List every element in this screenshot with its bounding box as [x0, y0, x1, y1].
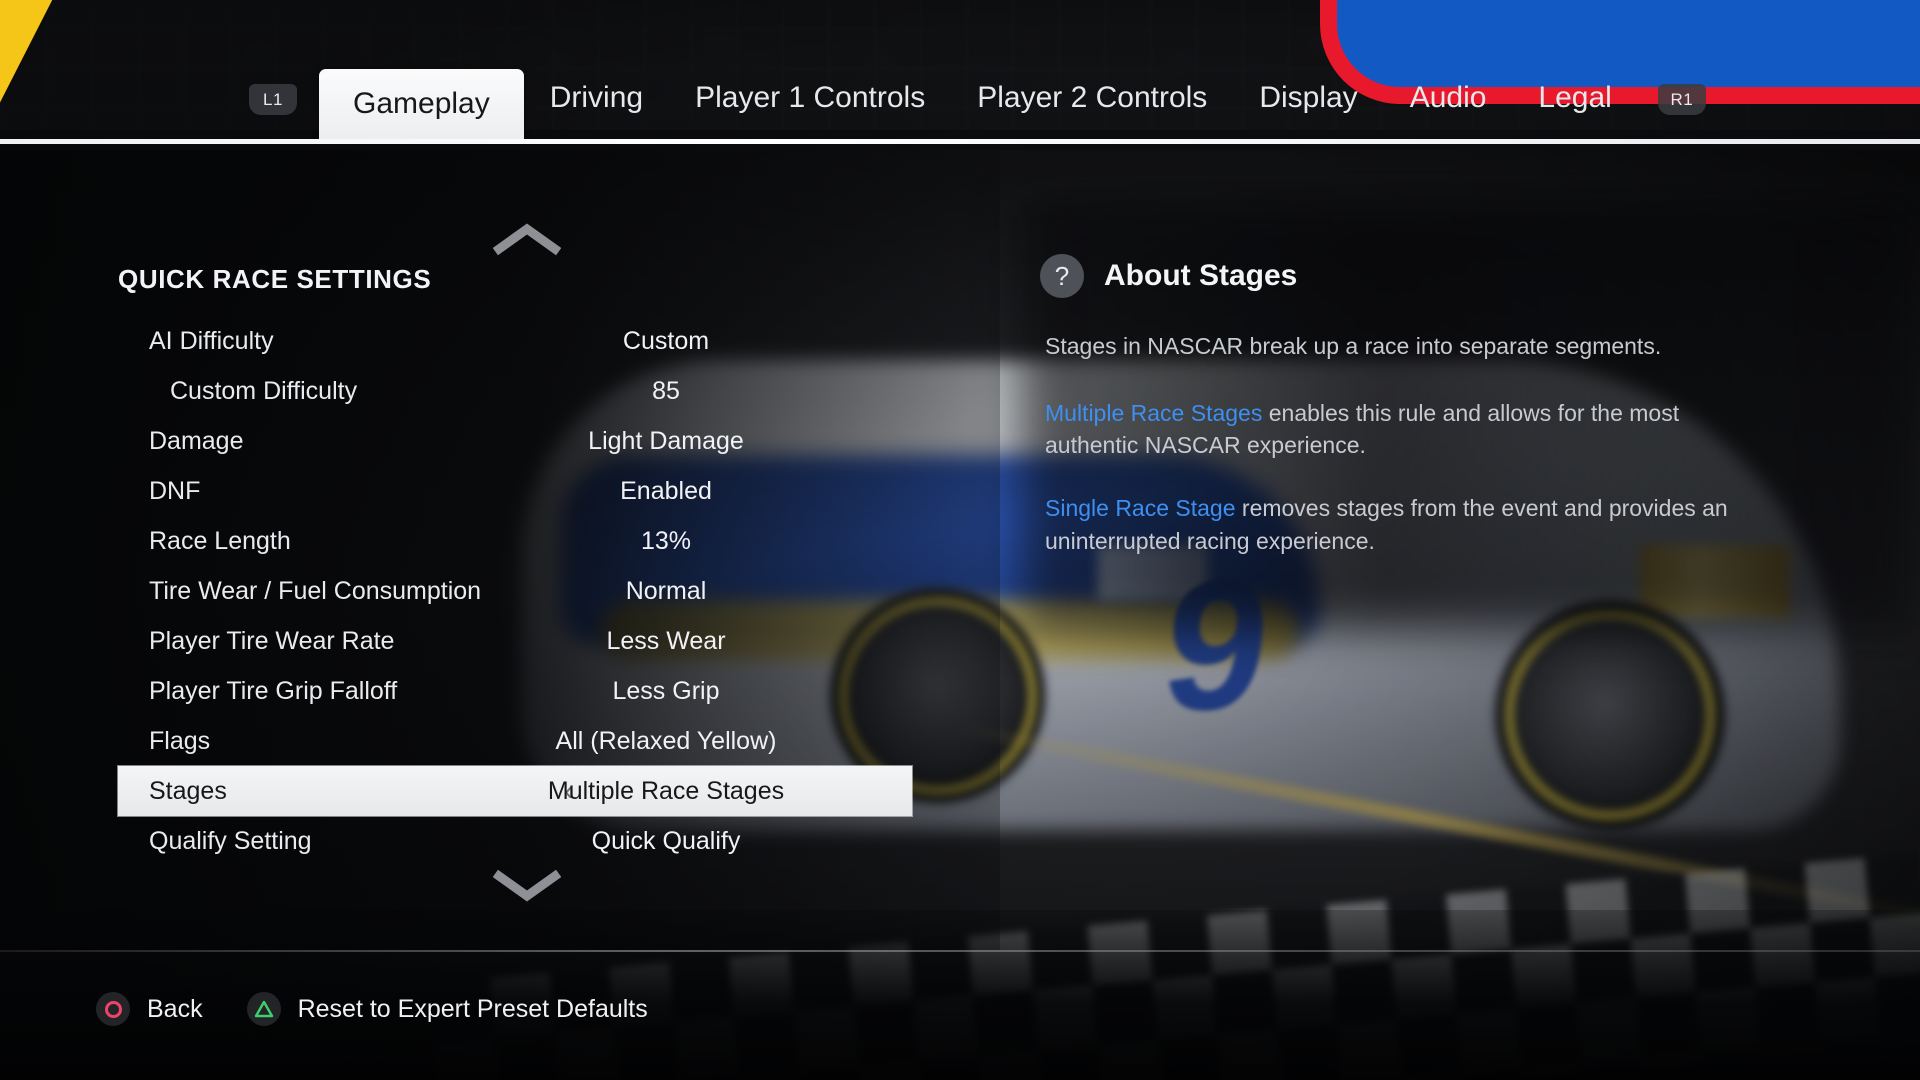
reset-to-defaults-button[interactable]: Reset to Expert Preset Defaults: [246, 992, 648, 1026]
back-button[interactable]: Back: [96, 992, 203, 1026]
setting-label: Damage: [149, 426, 244, 455]
setting-value: Enabled: [620, 476, 712, 505]
triangle-button-icon: [246, 992, 281, 1026]
about-paragraph-3: Single Race Stage removes stages from th…: [1045, 492, 1745, 557]
settings-list: AI Difficulty Custom Custom Difficulty 8…: [118, 316, 912, 866]
setting-value: 85: [652, 376, 680, 405]
chevron-down-icon[interactable]: [493, 869, 561, 903]
tab-display[interactable]: Display: [1233, 69, 1383, 127]
about-paragraph-2: Multiple Race Stages enables this rule a…: [1045, 397, 1745, 462]
setting-label: DNF: [149, 476, 201, 505]
setting-label: Tire Wear / Fuel Consumption: [149, 576, 482, 605]
setting-row-ai-difficulty[interactable]: AI Difficulty Custom: [118, 316, 912, 366]
about-panel: ? About Stages Stages in NASCAR break up…: [1040, 254, 1780, 587]
tab-list: L1 Gameplay Driving Player 1 Controls Pl…: [0, 0, 1920, 139]
back-button-label: Back: [147, 994, 203, 1023]
tab-gameplay[interactable]: Gameplay: [319, 69, 524, 139]
section-title: QUICK RACE SETTINGS: [118, 264, 432, 294]
about-accent-multiple-race-stages: Multiple Race Stages: [1045, 399, 1263, 426]
setting-label: Player Tire Grip Falloff: [149, 676, 398, 705]
setting-row-player-tire-grip-falloff[interactable]: Player Tire Grip Falloff Less Grip: [118, 666, 912, 716]
about-header: ? About Stages: [1040, 254, 1780, 298]
setting-row-qualify-setting[interactable]: Qualify Setting Quick Qualify: [118, 816, 912, 866]
footer-divider: [0, 950, 1920, 952]
circle-button-icon: [96, 992, 130, 1026]
setting-label: Custom Difficulty: [170, 376, 358, 405]
right-bumper-hint: R1: [1657, 84, 1706, 115]
setting-row-custom-difficulty[interactable]: Custom Difficulty 85: [118, 366, 912, 416]
setting-value: All (Relaxed Yellow): [555, 726, 777, 755]
setting-row-race-length[interactable]: Race Length 13%: [118, 516, 912, 566]
tab-bar: L1 Gameplay Driving Player 1 Controls Pl…: [0, 0, 1920, 144]
setting-value: 13%: [640, 526, 692, 555]
tab-legal[interactable]: Legal: [1512, 69, 1637, 127]
setting-label: AI Difficulty: [149, 326, 274, 355]
about-accent-single-race-stage: Single Race Stage: [1045, 494, 1236, 521]
tab-bar-underline: [0, 139, 1920, 144]
setting-value: Less Wear: [606, 626, 726, 655]
setting-label: Player Tire Wear Rate: [149, 626, 395, 655]
setting-label: Race Length: [149, 526, 291, 555]
setting-label: Stages: [149, 776, 227, 805]
setting-value: Normal: [625, 576, 707, 605]
settings-content: QUICK RACE SETTINGS AI Difficulty Custom…: [0, 144, 1920, 950]
setting-row-damage[interactable]: Damage Light Damage: [118, 416, 912, 466]
setting-row-player-tire-wear-rate[interactable]: Player Tire Wear Rate Less Wear: [118, 616, 912, 666]
question-mark-icon: ?: [1040, 254, 1084, 298]
tab-driving[interactable]: Driving: [524, 69, 669, 127]
setting-row-stages[interactable]: Stages ‹ Multiple Race Stages: [118, 766, 912, 816]
setting-row-flags[interactable]: Flags All (Relaxed Yellow): [118, 716, 912, 766]
setting-value: Custom: [622, 326, 710, 355]
setting-value: Multiple Race Stages: [547, 776, 785, 805]
setting-value: Less Grip: [612, 676, 720, 705]
setting-label: Flags: [149, 726, 211, 755]
left-bumper-hint: L1: [249, 84, 297, 115]
tab-player-1-controls[interactable]: Player 1 Controls: [669, 69, 951, 127]
footer-actions: Back Reset to Expert Preset Defaults: [96, 992, 648, 1026]
tab-audio[interactable]: Audio: [1384, 69, 1513, 127]
tab-player-2-controls[interactable]: Player 2 Controls: [951, 69, 1233, 127]
setting-label: Qualify Setting: [149, 826, 312, 855]
reset-to-defaults-label: Reset to Expert Preset Defaults: [297, 994, 648, 1023]
setting-value: Light Damage: [588, 426, 744, 455]
about-paragraph-1: Stages in NASCAR break up a race into se…: [1045, 333, 1662, 359]
chevron-up-icon[interactable]: [493, 222, 561, 256]
footer-action-bar: Back Reset to Expert Preset Defaults: [0, 950, 1920, 1080]
about-title: About Stages: [1104, 259, 1298, 292]
settings-screen: 9 L1 Gameplay Driving Player 1 Controls …: [0, 0, 1920, 1080]
setting-row-dnf[interactable]: DNF Enabled: [118, 466, 912, 516]
setting-row-tire-wear-fuel-consumption[interactable]: Tire Wear / Fuel Consumption Normal: [118, 566, 912, 616]
setting-value: Quick Qualify: [591, 826, 741, 855]
